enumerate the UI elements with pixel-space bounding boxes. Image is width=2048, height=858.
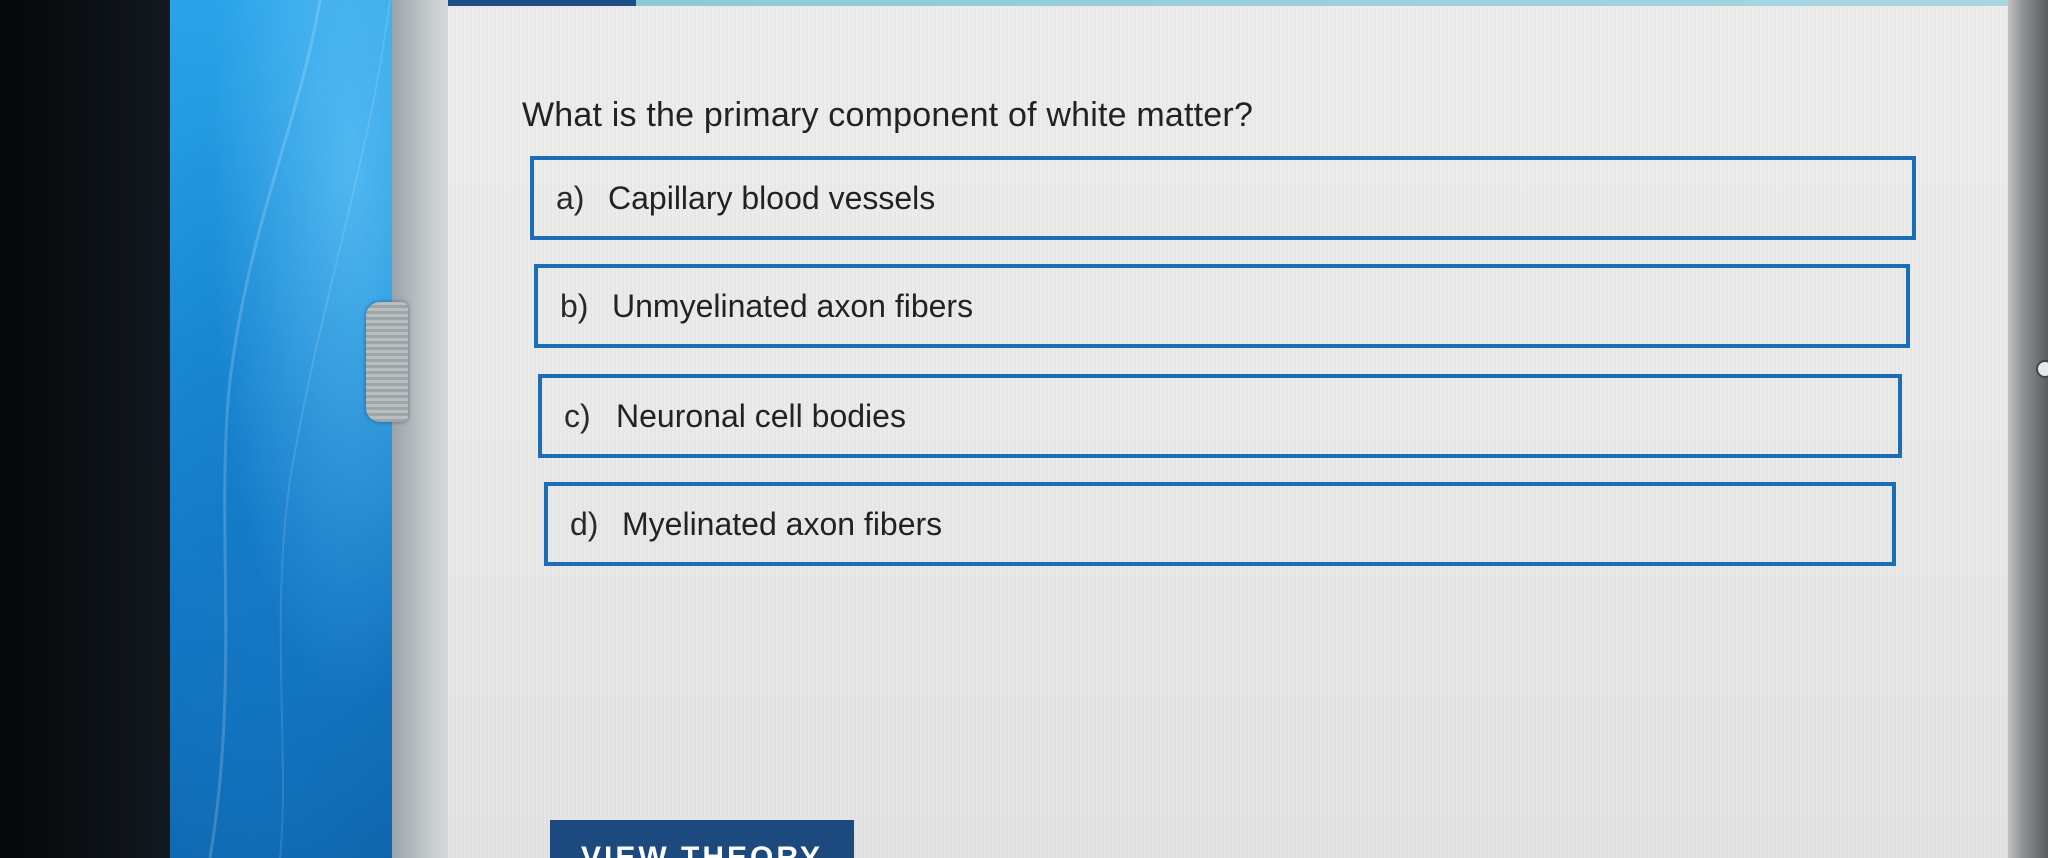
option-text: Neuronal cell bodies xyxy=(616,398,906,434)
option-letter: c) xyxy=(564,398,591,434)
side-drag-handle[interactable] xyxy=(366,302,408,422)
option-text: Capillary blood vessels xyxy=(608,180,936,216)
option-letter: b) xyxy=(560,288,589,324)
answer-option-a[interactable]: a) Capillary blood vessels xyxy=(530,156,1916,240)
view-theory-button[interactable]: VIEW THEORY xyxy=(550,820,854,858)
option-letter: a) xyxy=(556,180,585,216)
option-text: Unmyelinated axon fibers xyxy=(612,288,974,324)
option-letter: d) xyxy=(570,506,599,542)
edge-knob-icon xyxy=(2036,360,2048,378)
window-top-bar xyxy=(448,0,2008,6)
answer-option-d[interactable]: d) Myelinated axon fibers xyxy=(544,482,1896,566)
answer-option-c[interactable]: c) Neuronal cell bodies xyxy=(538,374,1902,458)
question-text: What is the primary component of white m… xyxy=(522,96,1254,134)
monitor-bezel-right xyxy=(2008,0,2048,858)
window-gap xyxy=(392,0,452,858)
option-text: Myelinated axon fibers xyxy=(622,506,943,542)
photo-of-screen: What is the primary component of white m… xyxy=(0,0,2048,858)
answer-option-b[interactable]: b) Unmyelinated axon fibers xyxy=(534,264,1910,348)
